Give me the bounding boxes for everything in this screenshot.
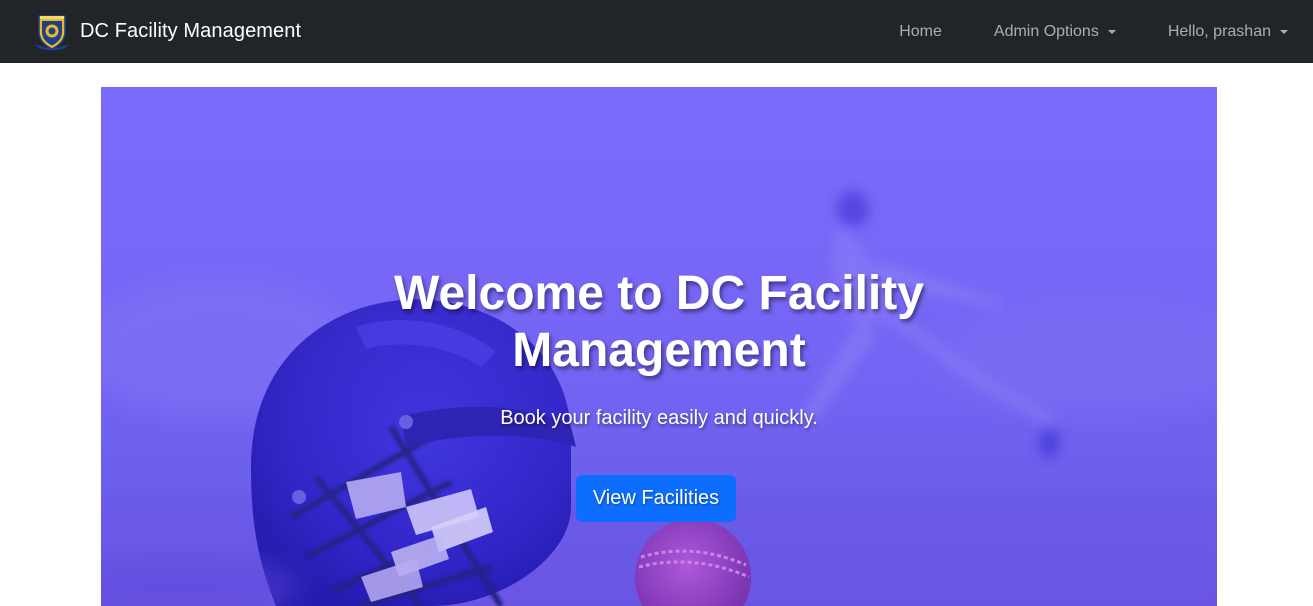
user-menu-dropdown[interactable]: Hello, prashan	[1160, 23, 1296, 41]
view-facilities-button[interactable]: View Facilities	[576, 475, 736, 522]
admin-options-label: Admin Options	[993, 22, 1099, 40]
university-crest-icon	[36, 14, 68, 50]
hero-banner: Welcome to DC Facility Management Book y…	[101, 87, 1217, 606]
brand-title: DC Facility Management	[80, 20, 302, 42]
hero-content: Welcome to DC Facility Management Book y…	[101, 87, 1217, 606]
admin-options-dropdown[interactable]: Admin Options	[986, 23, 1124, 41]
caret-down-icon	[1280, 29, 1288, 34]
nav-links: Home Admin Options Hello, prashan	[891, 0, 1313, 63]
nav-home-link[interactable]: Home	[891, 23, 950, 41]
brand-link[interactable]: DC Facility Management	[32, 12, 301, 52]
top-navbar: DC Facility Management Home Admin Option…	[0, 0, 1313, 63]
user-greeting-label: Hello, prashan	[1167, 22, 1271, 40]
hero-subtitle: Book your facility easily and quickly.	[500, 407, 818, 429]
caret-down-icon	[1107, 29, 1116, 34]
hero-title: Welcome to DC Facility Management	[394, 267, 924, 377]
